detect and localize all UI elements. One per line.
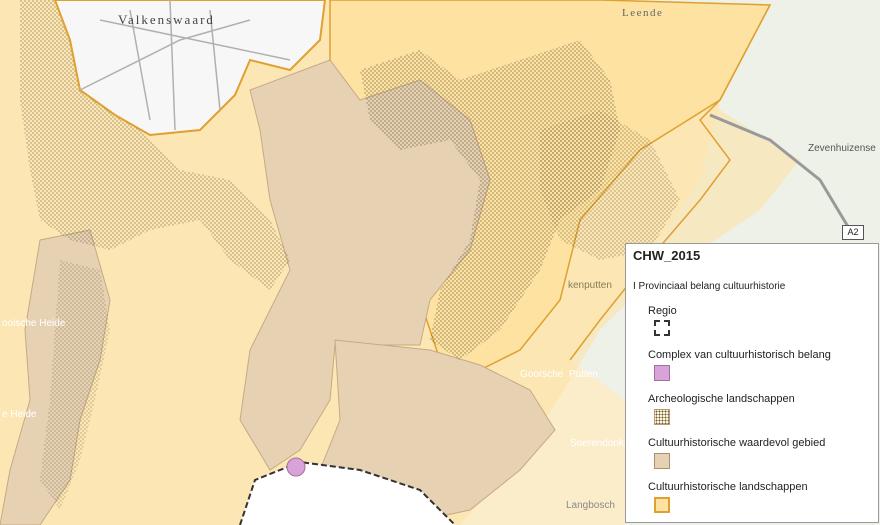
road-shield-a2: A2	[842, 225, 864, 240]
legend-swatch-landschap	[654, 497, 670, 513]
legend-swatch-regio	[654, 320, 670, 336]
place-label-goorsche: Goorsche	[520, 369, 564, 380]
legend-swatch-waardevol	[654, 453, 670, 469]
place-label-valkenswaard: Valkenswaard	[118, 12, 215, 27]
legend-item-archeologisch-label: Archeologische landschappen	[648, 393, 795, 405]
place-label-putten: Putten	[569, 369, 598, 380]
complex-cultural-point[interactable]	[286, 457, 306, 477]
place-label-gooische-heide: ooische Heide	[2, 318, 66, 329]
legend-item-regio-label: Regio	[648, 305, 677, 317]
place-label-kenputten: kenputten	[568, 280, 612, 291]
legend-item-complex-label: Complex van cultuurhistorisch belang	[648, 349, 831, 361]
legend-item-landschap-label: Cultuurhistorische landschappen	[648, 481, 808, 493]
legend-swatch-archeologisch	[654, 409, 670, 425]
place-label-langbosch: Langbosch	[566, 500, 615, 511]
place-label-leende: Leende	[622, 7, 664, 19]
map-legend: CHW_2015 I Provinciaal belang cultuurhis…	[625, 243, 879, 523]
legend-group-label: I Provinciaal belang cultuurhistorie	[633, 281, 786, 292]
legend-title: CHW_2015	[633, 248, 701, 263]
place-label-heide: e Heide	[2, 409, 37, 420]
legend-item-waardevol-label: Cultuurhistorische waardevol gebied	[648, 437, 826, 449]
place-label-zevenhuizen: Zevenhuizense	[808, 143, 876, 154]
legend-swatch-complex	[654, 365, 670, 381]
